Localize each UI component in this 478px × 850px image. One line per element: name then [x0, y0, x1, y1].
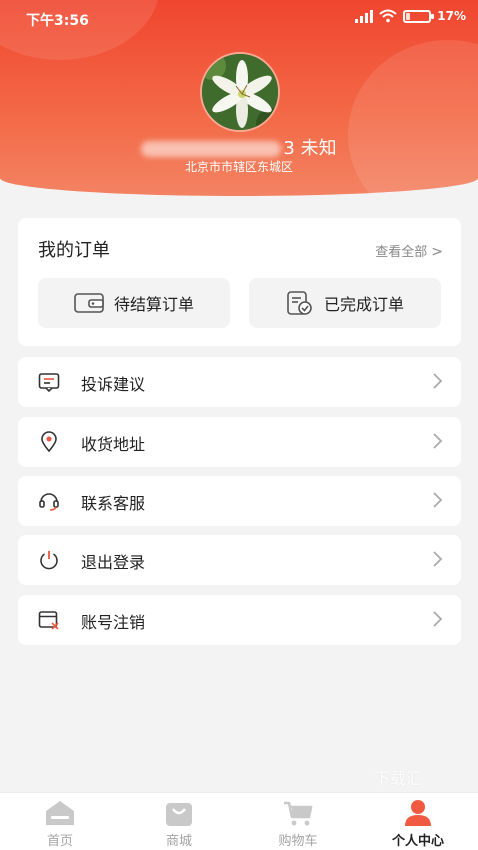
- location-pin-icon: [41, 431, 57, 453]
- view-all-orders-link[interactable]: 查看全部 >: [375, 241, 443, 260]
- blurred-name: [141, 141, 282, 157]
- username: 3 未知: [0, 134, 478, 160]
- tab-mall[interactable]: 商城: [119, 793, 239, 850]
- my-orders-card: 我的订单 查看全部 > 待结算订单 已完成订单: [18, 218, 461, 346]
- account-cancel-icon: [38, 611, 59, 630]
- chevron-right-icon: [433, 551, 443, 567]
- wifi-icon: [379, 9, 397, 23]
- chevron-right-icon: [433, 433, 443, 449]
- status-time: 下午3:56: [26, 13, 89, 29]
- tab-label: 商城: [165, 834, 192, 849]
- menu-label: 联系客服: [81, 494, 146, 513]
- wallet-icon: [74, 293, 104, 313]
- menu-label: 账号注销: [81, 613, 146, 632]
- completed-orders-button[interactable]: 已完成订单: [249, 278, 441, 328]
- tab-label: 购物车: [278, 834, 318, 849]
- menu-item-address[interactable]: 收货地址: [18, 417, 461, 467]
- orders-title: 我的订单: [38, 240, 110, 261]
- chevron-right-icon: >: [431, 244, 443, 260]
- message-icon: [38, 373, 60, 393]
- cellular-signal-icon: [355, 9, 374, 23]
- chevron-right-icon: [433, 373, 443, 389]
- completed-order-icon: [287, 291, 312, 315]
- menu-item-customer-service[interactable]: 联系客服: [18, 476, 461, 526]
- home-icon: [46, 801, 74, 825]
- menu-label: 投诉建议: [81, 375, 146, 394]
- tab-label: 个人中心: [391, 834, 444, 849]
- menu-item-logout[interactable]: 退出登录: [18, 535, 461, 585]
- battery-icon: [403, 9, 435, 23]
- status-bar: 下午3:56 17%: [0, 0, 478, 36]
- pending-orders-label: 待结算订单: [113, 295, 194, 314]
- completed-orders-label: 已完成订单: [323, 295, 404, 314]
- menu-label: 收货地址: [81, 435, 146, 454]
- user-address: 北京市市辖区东城区: [184, 160, 293, 174]
- bottom-tab-bar: 首页 商城 购物车 个人中心: [0, 792, 478, 850]
- headset-icon: [39, 493, 59, 511]
- tab-cart[interactable]: 购物车: [238, 793, 358, 850]
- battery-percent: 17%: [437, 9, 466, 23]
- tab-label: 首页: [46, 834, 73, 849]
- chevron-right-icon: [433, 611, 443, 627]
- username-text: 3 未知: [283, 138, 337, 159]
- status-icons: 17%: [355, 9, 466, 23]
- view-all-label: 查看全部: [375, 245, 428, 260]
- tab-profile[interactable]: 个人中心: [358, 793, 478, 850]
- menu-item-feedback[interactable]: 投诉建议: [18, 357, 461, 407]
- shopping-bag-icon: [166, 803, 192, 826]
- cart-icon: [284, 801, 313, 826]
- user-icon: [405, 800, 431, 826]
- power-icon: [40, 551, 58, 570]
- menu-label: 退出登录: [81, 553, 146, 572]
- pending-orders-button[interactable]: 待结算订单: [38, 278, 230, 328]
- tab-home[interactable]: 首页: [0, 793, 120, 850]
- battery-level: [406, 12, 411, 20]
- chevron-right-icon: [433, 492, 443, 508]
- menu-item-account-cancel[interactable]: 账号注销: [18, 595, 461, 645]
- watermark: 下载汇: [374, 769, 423, 788]
- avatar[interactable]: [200, 52, 280, 132]
